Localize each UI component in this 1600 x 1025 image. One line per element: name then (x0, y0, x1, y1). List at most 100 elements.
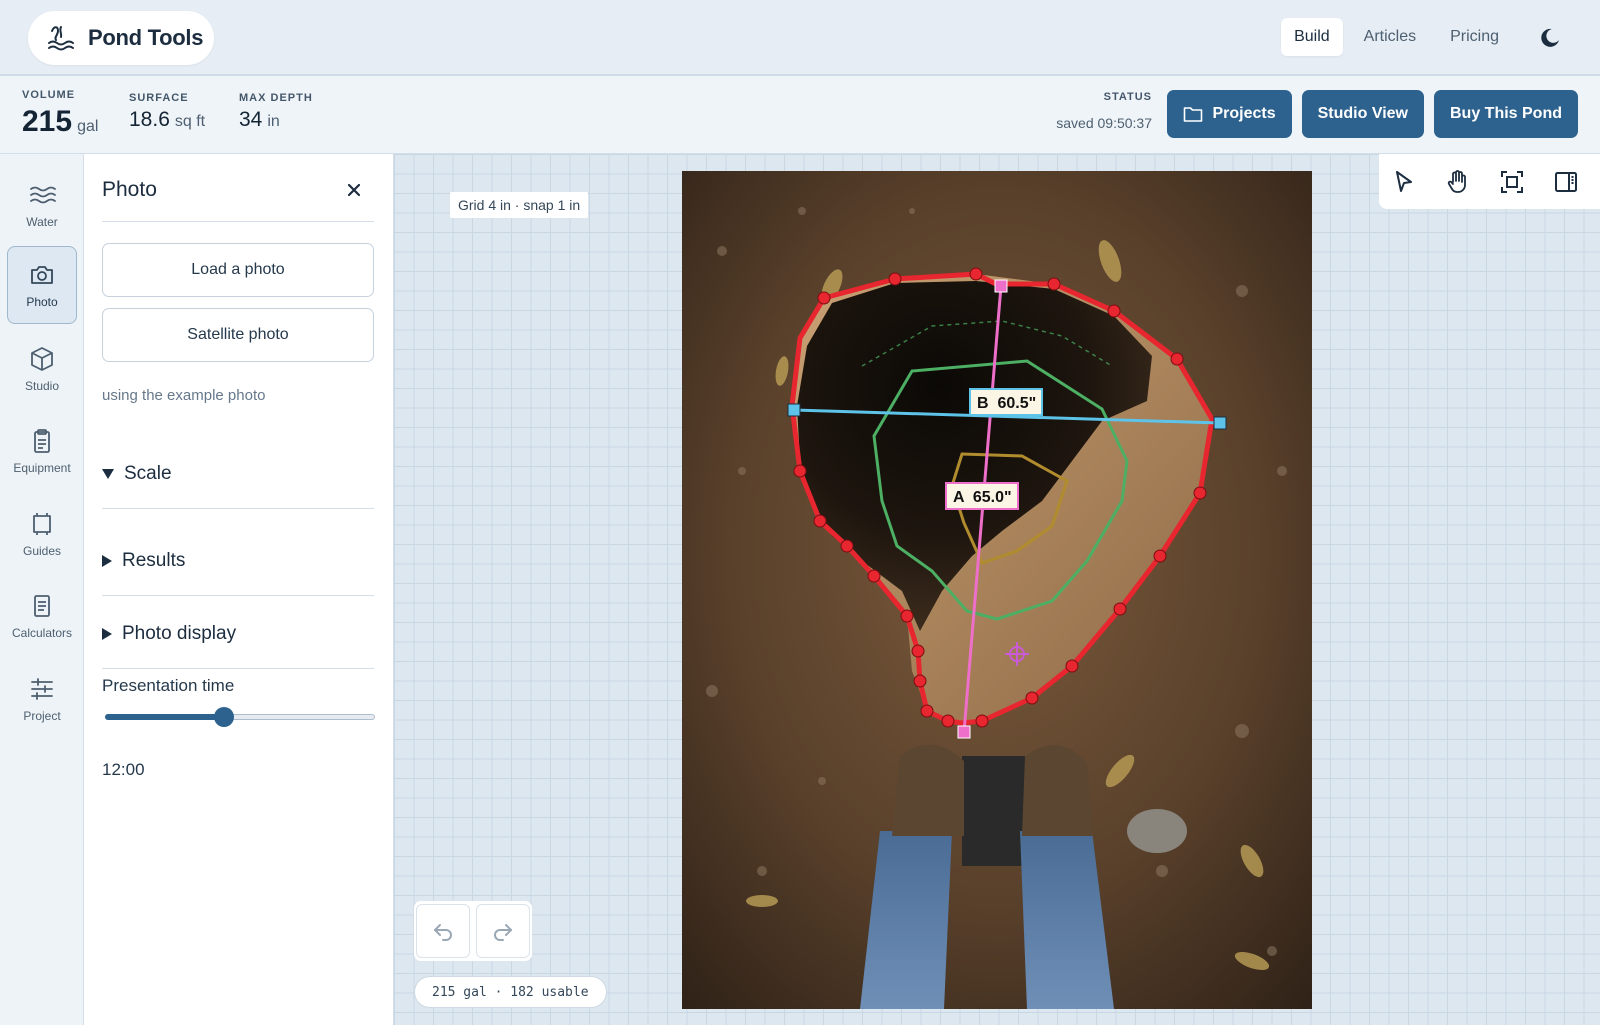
section-scale[interactable]: Scale (102, 463, 172, 485)
panel-divider (102, 221, 374, 222)
outline-vertex[interactable] (817, 291, 831, 305)
volume-summary-chip: 215 gal · 182 usable (414, 976, 607, 1008)
buy-pond-button[interactable]: Buy This Pond (1434, 90, 1578, 138)
max-depth-unit: in (267, 113, 280, 130)
dimension-a-label: A 65.0" (953, 489, 1012, 506)
section-photo-display[interactable]: Photo display (102, 623, 236, 645)
dimension-a-handle-top[interactable] (994, 279, 1008, 293)
surface-value: 18.6 (129, 108, 170, 131)
surface-unit: sq ft (174, 113, 206, 130)
outline-vertex[interactable] (1065, 659, 1079, 673)
section-divider (102, 668, 374, 669)
surface-stat: SURFACE 18.6 sq ft (129, 92, 205, 132)
outline-vertex[interactable] (975, 714, 989, 728)
outline-vertex[interactable] (1153, 549, 1167, 563)
rail-label-equipment: Equipment (13, 461, 71, 475)
chevron-right-icon (102, 628, 112, 640)
moon-icon[interactable] (1538, 26, 1562, 50)
rail-label-photo: Photo (26, 295, 58, 309)
pointer-icon[interactable] (1391, 169, 1417, 195)
outline-vertex[interactable] (813, 514, 827, 528)
dimension-b-label: B 60.5" (977, 395, 1036, 412)
rail-item-water[interactable]: Water (7, 166, 77, 244)
rail-item-equipment[interactable]: Equipment (7, 412, 77, 490)
rail-item-calculators[interactable]: Calculators (7, 577, 77, 655)
dimension-b-handle-right[interactable] (1213, 416, 1227, 430)
chevron-right-icon (102, 555, 112, 567)
fit-frame-icon[interactable] (1499, 169, 1525, 195)
rail-item-project[interactable]: Project (7, 660, 77, 738)
outline-vertex[interactable] (911, 644, 925, 658)
volume-value: 215 (22, 105, 73, 138)
max-depth-label: MAX DEPTH (239, 92, 313, 104)
close-icon[interactable] (346, 182, 362, 198)
outline-vertex[interactable] (1170, 352, 1184, 366)
hand-icon[interactable] (1445, 169, 1471, 195)
section-divider (102, 595, 374, 596)
nav-articles[interactable]: Articles (1351, 18, 1429, 56)
outline-vertex[interactable] (888, 272, 902, 286)
chevron-down-icon (102, 469, 114, 479)
nav-build[interactable]: Build (1281, 18, 1343, 56)
status-label: STATUS (1103, 91, 1152, 103)
top-bar: Pond Tools Build Articles Pricing (0, 0, 1600, 76)
stats-bar: VOLUME 215 gal SURFACE 18.6 sq ft MAX DEPT… (0, 76, 1600, 154)
status-value: saved 09:50:37 (1056, 115, 1152, 131)
app-name: Pond Tools (88, 25, 204, 50)
surface-label: SURFACE (129, 92, 189, 104)
studio-view-button[interactable]: Studio View (1301, 90, 1424, 138)
outline-vertex[interactable] (913, 674, 927, 688)
clipboard-icon (34, 429, 50, 453)
presentation-time-value: 12:00 (102, 760, 145, 779)
volume-label: VOLUME (22, 89, 76, 101)
outline-vertex[interactable] (1047, 277, 1061, 291)
header-actions: Projects Studio View Buy This Pond (1167, 90, 1578, 138)
panel-toggle-icon[interactable] (1553, 169, 1579, 195)
outline-vertex[interactable] (1193, 486, 1207, 500)
dimension-a-handle-bottom[interactable] (957, 725, 971, 739)
section-results[interactable]: Results (102, 550, 185, 572)
dimension-b-handle-left[interactable] (787, 403, 801, 417)
rail-item-guides[interactable]: Guides (7, 495, 77, 573)
camera-icon (31, 266, 53, 284)
satellite-photo-button[interactable]: Satellite photo (102, 308, 374, 362)
presentation-time-slider[interactable] (105, 706, 375, 728)
projects-label: Projects (1212, 105, 1276, 122)
rail-item-photo[interactable]: Photo (7, 246, 77, 324)
outline-vertex[interactable] (900, 609, 914, 623)
outline-vertex[interactable] (1025, 691, 1039, 705)
nav-pricing[interactable]: Pricing (1437, 18, 1512, 56)
save-status: STATUS saved 09:50:37 (1056, 91, 1152, 131)
volume-unit: gal (77, 118, 99, 135)
main-nav: Build Articles Pricing (1281, 18, 1512, 56)
rock (1127, 809, 1187, 853)
outline-vertex[interactable] (867, 569, 881, 583)
rail-item-studio[interactable]: Studio (7, 330, 77, 408)
panel-title: Photo (102, 178, 157, 201)
rail-label-project: Project (23, 709, 61, 723)
brand-logo[interactable]: Pond Tools (28, 11, 214, 65)
max-depth-value: 34 (239, 108, 263, 131)
rail-label-calculators: Calculators (11, 626, 73, 640)
redo-button[interactable] (476, 904, 530, 958)
load-photo-button[interactable]: Load a photo (102, 243, 374, 297)
outline-vertex[interactable] (941, 714, 955, 728)
design-canvas[interactable]: Grid 4 in · snap 1 in A 65.0" B 60.5" 21… (394, 154, 1600, 1025)
crop-icon (33, 513, 51, 535)
outline-vertex[interactable] (969, 267, 983, 281)
rail-label-water: Water (26, 215, 58, 229)
outline-vertex[interactable] (840, 539, 854, 553)
slider-thumb[interactable] (213, 707, 234, 727)
outline-vertex[interactable] (920, 704, 934, 718)
projects-button[interactable]: Projects (1167, 90, 1292, 138)
undo-button[interactable] (416, 904, 470, 958)
section-photo-display-label: Photo display (122, 623, 237, 644)
site-photo[interactable]: A 65.0" B 60.5" (682, 171, 1312, 1009)
rail-label-studio: Studio (24, 379, 60, 393)
outline-vertex[interactable] (793, 464, 807, 478)
redo-icon (494, 924, 512, 941)
volume-stat: VOLUME 215 gal (22, 89, 98, 139)
outline-vertex[interactable] (1107, 304, 1121, 318)
sliders-icon (31, 678, 53, 700)
outline-vertex[interactable] (1113, 602, 1127, 616)
